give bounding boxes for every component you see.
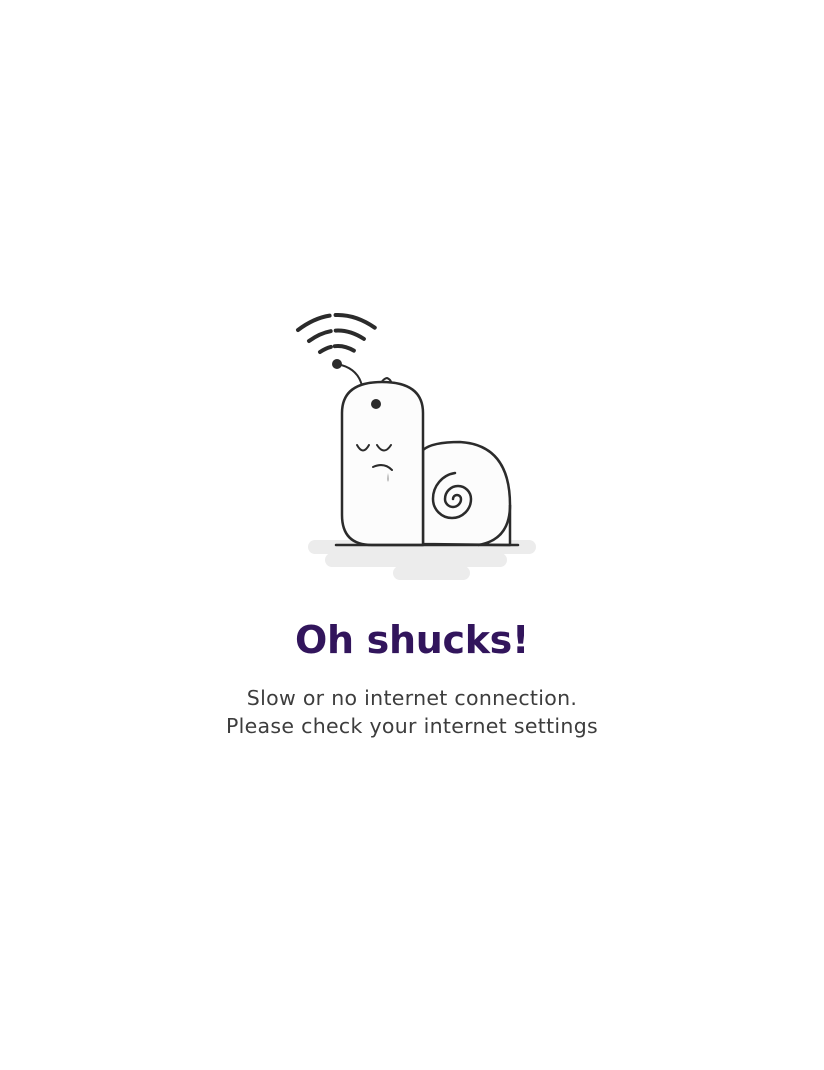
error-title: Oh shucks! bbox=[294, 618, 530, 662]
error-message-line-1: Slow or no internet connection. bbox=[246, 686, 578, 710]
error-message-line-2: Please check your internet settings bbox=[225, 714, 598, 738]
wifi-waves bbox=[296, 313, 380, 354]
snail-shell bbox=[421, 440, 512, 547]
error-message: Slow or no internet connection. Please c… bbox=[0, 684, 824, 740]
sad-snail-wifi-icon bbox=[290, 300, 550, 590]
